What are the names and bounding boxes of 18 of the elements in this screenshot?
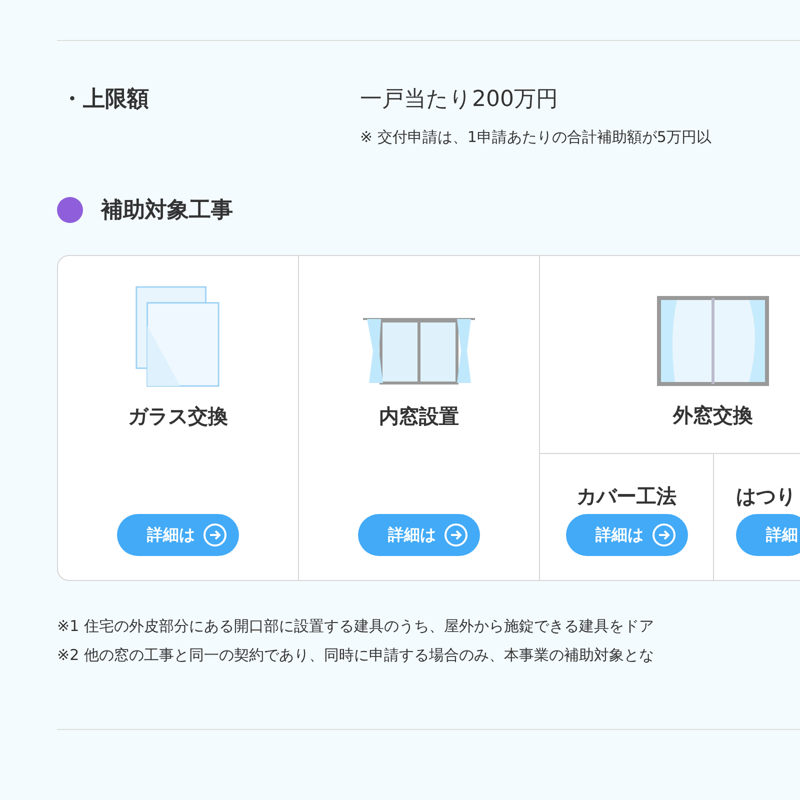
arrow-right-icon <box>652 523 676 547</box>
limit-value: 一戸当たり200万円 <box>360 86 559 114</box>
footnote: ※1 住宅の外皮部分にある開口部に設置する建具のうち、屋外から施錠できる建具をドア <box>57 617 655 636</box>
details-button[interactable]: 詳細 <box>736 514 800 556</box>
details-button[interactable]: 詳細は <box>358 514 480 556</box>
method-title: カバー工法 <box>576 483 676 510</box>
arrow-right-icon <box>444 523 468 547</box>
method-title: はつり <box>736 483 796 510</box>
work-title: ガラス交換 <box>128 403 228 430</box>
work-title: 内窓設置 <box>379 403 459 430</box>
section-title: 補助対象工事 <box>101 196 233 225</box>
limit-note: ※ 交付申請は、1申請あたりの合計補助額が5万円以 <box>360 128 712 147</box>
arrow-right-icon <box>203 523 227 547</box>
details-button[interactable]: 詳細は <box>566 514 688 556</box>
footnote: ※2 他の窓の工事と同一の契約であり、同時に申請する場合のみ、本事業の補助対象とな <box>57 646 655 665</box>
limit-label: ・上限額 <box>60 86 150 114</box>
details-button[interactable]: 詳細は <box>117 514 239 556</box>
work-title: 外窓交換 <box>673 402 753 429</box>
